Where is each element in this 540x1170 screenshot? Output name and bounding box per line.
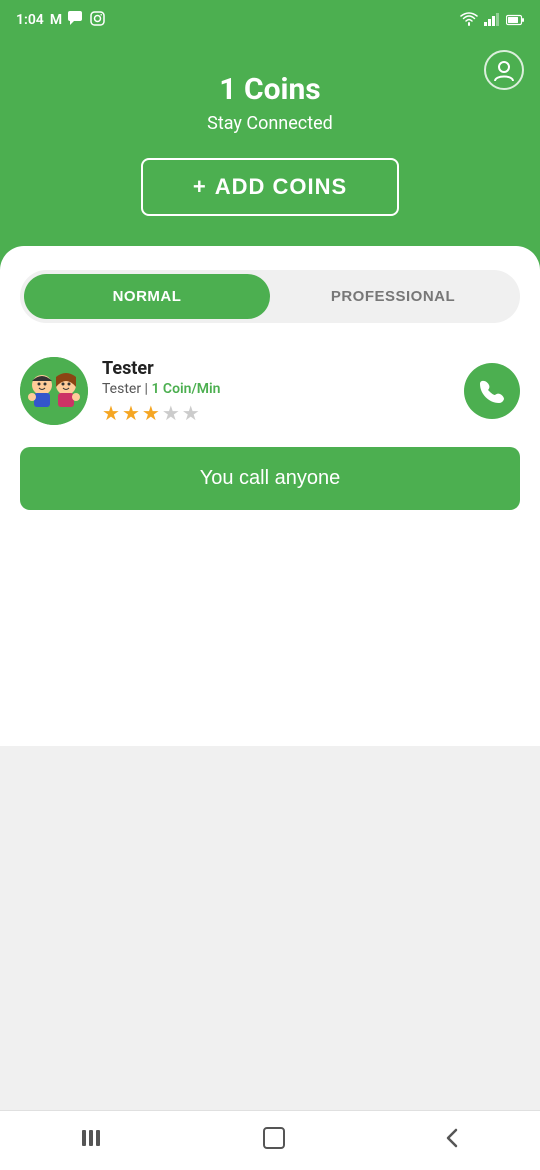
rate-highlight: 1 Coin/Min — [151, 381, 220, 397]
star-3: ★ — [142, 401, 160, 425]
menu-icon[interactable] — [80, 1128, 104, 1154]
home-icon[interactable] — [263, 1127, 285, 1155]
battery-icon — [506, 11, 524, 30]
wifi-icon — [460, 11, 478, 30]
user-name: Tester — [102, 358, 464, 379]
user-info: Tester Tester | 1 Coin/Min ★ ★ ★ ★ ★ — [102, 358, 464, 425]
star-1: ★ — [102, 401, 120, 425]
back-icon[interactable] — [444, 1126, 460, 1156]
status-right — [460, 11, 524, 30]
add-coins-label: ADD COINS — [215, 174, 347, 199]
user-rate: Tester | 1 Coin/Min — [102, 381, 464, 397]
time-display: 1:04 — [16, 12, 44, 28]
coins-subtitle: Stay Connected — [20, 113, 520, 134]
user-stars: ★ ★ ★ ★ ★ — [102, 401, 464, 425]
tab-professional[interactable]: PROFESSIONAL — [270, 274, 516, 319]
plus-icon: + — [193, 174, 207, 199]
star-4: ★ — [162, 401, 180, 425]
coins-title: 1 Coins — [20, 72, 520, 107]
user-avatar — [20, 357, 88, 425]
status-bar: 1:04 M — [0, 0, 540, 40]
tab-switcher: NORMAL PROFESSIONAL — [20, 270, 520, 323]
star-2: ★ — [122, 401, 140, 425]
call-anyone-button[interactable]: You call anyone — [20, 447, 520, 510]
call-button[interactable] — [464, 363, 520, 419]
add-coins-button[interactable]: + ADD COINS — [141, 158, 399, 216]
star-5: ★ — [182, 401, 200, 425]
signal-icon — [484, 11, 500, 30]
status-left: 1:04 M — [16, 11, 105, 30]
chat-icon — [68, 11, 84, 29]
bottom-nav — [0, 1110, 540, 1170]
user-list-item: Tester Tester | 1 Coin/Min ★ ★ ★ ★ ★ — [20, 347, 520, 435]
gmail-icon: M — [50, 12, 62, 28]
tab-normal[interactable]: NORMAL — [24, 274, 270, 319]
card-section: NORMAL PROFESSIONAL — [0, 246, 540, 746]
instagram-icon — [90, 11, 105, 30]
header-section: 1 Coins Stay Connected + ADD COINS — [0, 40, 540, 276]
profile-icon-button[interactable] — [484, 50, 524, 90]
